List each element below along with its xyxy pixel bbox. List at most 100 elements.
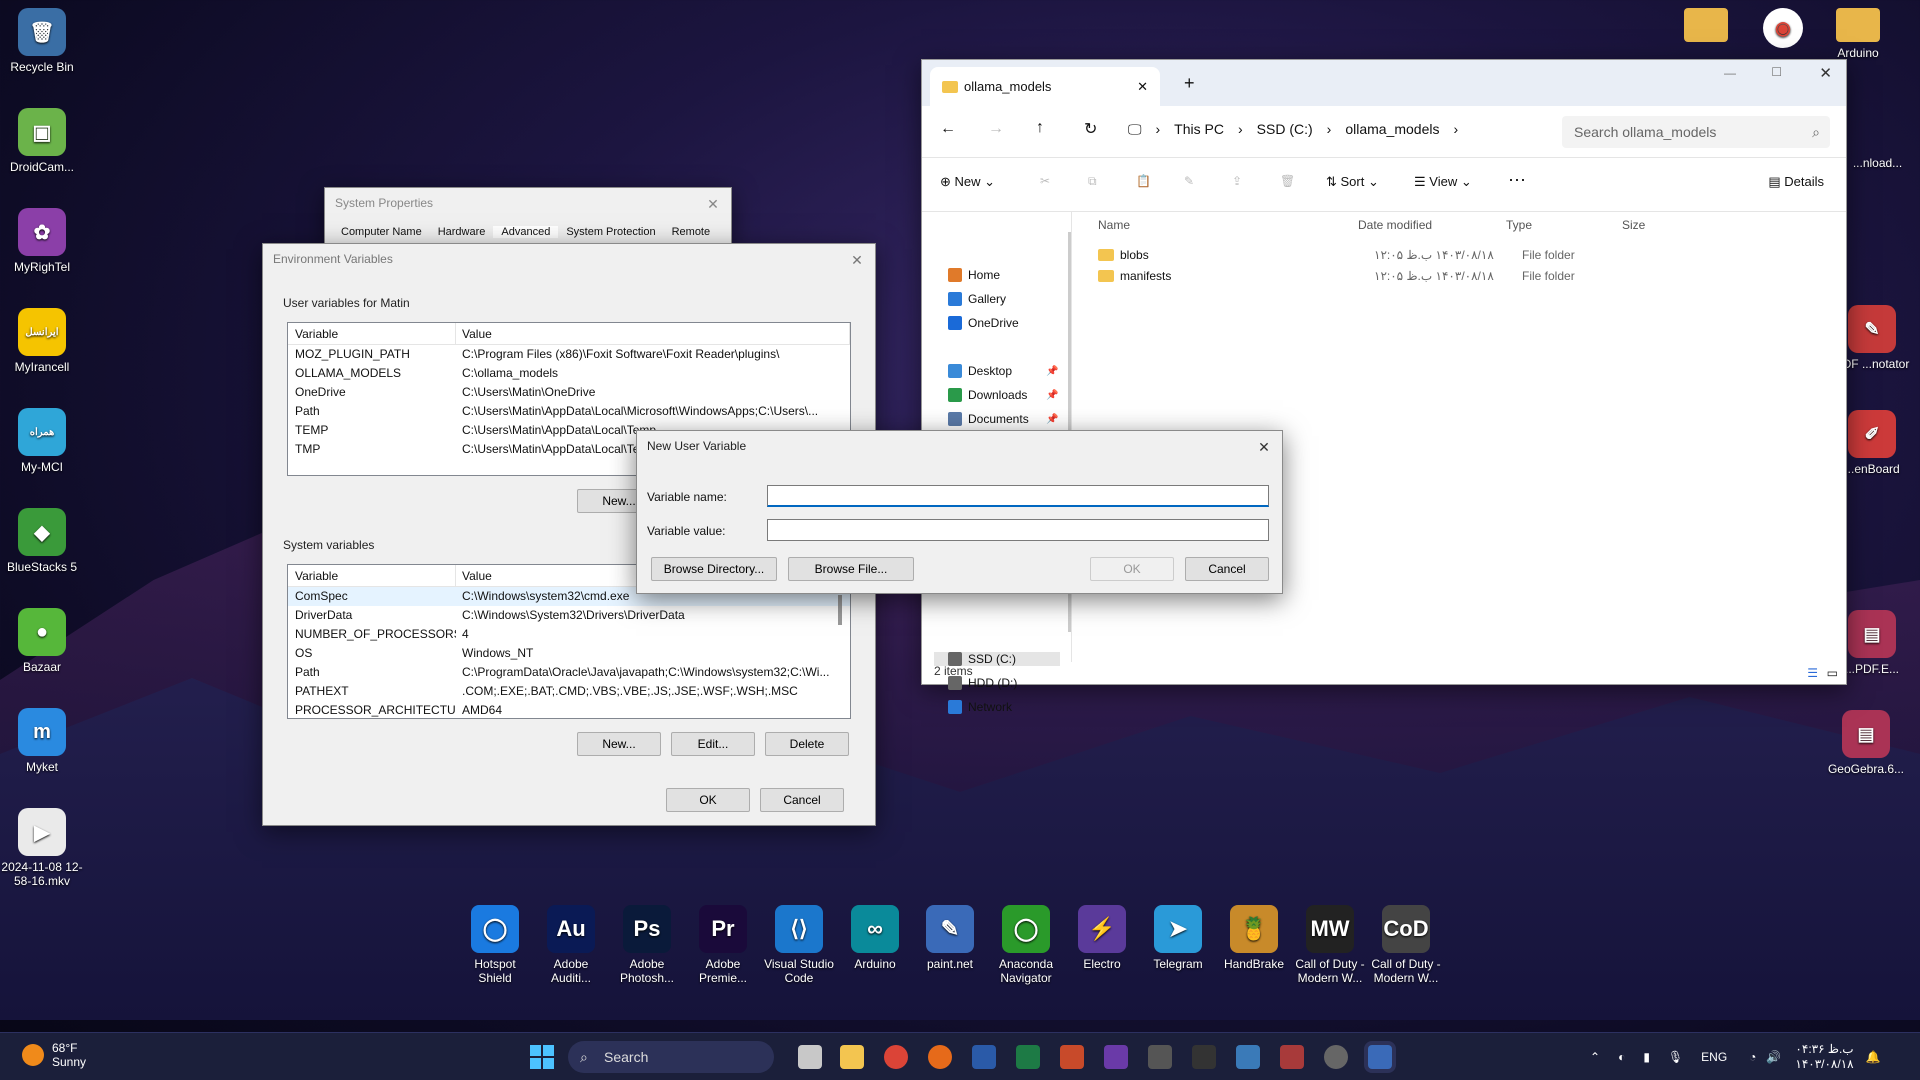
nav-item[interactable]: Desktop — [948, 364, 1012, 378]
breadcrumb-ollama-models[interactable]: ollama_models — [1345, 121, 1439, 138]
new-tab-icon[interactable]: + — [1184, 73, 1195, 94]
taskbar-search[interactable]: ⌕ Search — [568, 1041, 774, 1073]
nav-item[interactable]: Home — [948, 268, 1000, 282]
excel-icon[interactable] — [1016, 1045, 1040, 1069]
up-icon[interactable]: ↑ — [1036, 119, 1044, 137]
notification-bell-icon[interactable]: 🔔 — [1866, 1050, 1881, 1064]
desktop-app-shortcut[interactable]: ➤ Telegram — [1140, 905, 1216, 971]
table-row[interactable]: Path C:\ProgramData\Oracle\Java\javapath;… — [288, 663, 850, 682]
desktop-app-shortcut[interactable]: ✎ paint.net — [912, 905, 988, 971]
browse-directory-button[interactable]: Browse Directory... — [651, 557, 777, 581]
column-size[interactable]: Size — [1622, 218, 1645, 232]
desktop-app-shortcut[interactable]: CoD Call of Duty - Modern W... — [1368, 905, 1444, 985]
nav-item[interactable]: Network — [948, 700, 1012, 714]
ok-button[interactable]: OK — [1090, 557, 1174, 581]
chevron-up-icon[interactable]: ⌃ — [1590, 1050, 1600, 1064]
remote-desktop-icon[interactable] — [1236, 1045, 1260, 1069]
more-options-icon[interactable]: ⋯ — [1508, 170, 1526, 191]
nav-item[interactable]: Downloads — [948, 388, 1027, 402]
chrome-icon[interactable] — [884, 1045, 908, 1069]
breadcrumb[interactable]: 🖵 › This PC › SSD (C:) › ollama_models › — [1128, 121, 1458, 138]
refresh-icon[interactable]: ↻ — [1084, 119, 1097, 139]
variable-name-input[interactable] — [767, 485, 1269, 507]
forward-icon[interactable]: → — [988, 120, 1004, 138]
maximize-icon[interactable]: ☐ — [1771, 65, 1782, 79]
delete-icon[interactable]: 🗑 — [1280, 174, 1295, 188]
desktop-app-shortcut[interactable]: ⚡ Electro — [1064, 905, 1140, 971]
copy-icon[interactable]: ⧉ — [1088, 174, 1097, 189]
close-icon[interactable]: ✕ — [703, 194, 723, 214]
language-indicator[interactable]: ENG — [1701, 1050, 1727, 1064]
cancel-button[interactable]: Cancel — [1185, 557, 1269, 581]
desktop-app-shortcut[interactable]: ∞ Arduino — [837, 905, 913, 971]
table-row[interactable]: DriverData C:\Windows\System32\Drivers\Dr… — [288, 606, 850, 625]
tab-advanced[interactable]: Advanced — [493, 226, 559, 238]
share-icon[interactable]: ⇪ — [1232, 174, 1242, 188]
tab-system-protection[interactable]: System Protection — [558, 226, 663, 238]
close-icon[interactable]: ✕ — [847, 250, 867, 270]
column-name[interactable]: Name — [1098, 218, 1130, 232]
breadcrumb-ssd[interactable]: SSD (C:) — [1257, 121, 1313, 138]
weather-widget[interactable]: 68°F Sunny — [22, 1041, 86, 1069]
table-row[interactable]: OLLAMA_MODELS C:\ollama_models — [288, 364, 850, 383]
desktop-icon[interactable]: ▶ 2024-11-08 12-58-16.mkv — [0, 808, 84, 888]
cancel-button[interactable]: Cancel — [760, 788, 844, 812]
search-input[interactable]: Search ollama_models — [1574, 124, 1716, 140]
table-row[interactable]: Path C:\Users\Matin\AppData\Local\Microso… — [288, 402, 850, 421]
desktop-geogebra-icon[interactable]: ▤ GeoGebra.6... — [1814, 710, 1918, 776]
desktop-app-shortcut[interactable]: ⟨⟩ Visual Studio Code — [761, 905, 837, 985]
column-type[interactable]: Type — [1506, 218, 1532, 232]
rename-icon[interactable]: ✎ — [1184, 174, 1194, 188]
firefox-icon[interactable] — [928, 1045, 952, 1069]
column-variable[interactable]: Variable — [288, 323, 456, 344]
clock[interactable]: ۰۴:۳۶ ب.ظ ۱۴۰۳/۰۸/۱۸ — [1795, 1042, 1853, 1072]
details-button[interactable]: ▤ Details — [1768, 174, 1824, 190]
tab-remote[interactable]: Remote — [664, 226, 719, 238]
close-tab-icon[interactable]: ✕ — [1137, 79, 1148, 95]
desktop-app-shortcut[interactable]: Ps Adobe Photosh... — [609, 905, 685, 985]
control-panel-icon[interactable] — [1280, 1045, 1304, 1069]
search-icon[interactable]: ⌕ — [1812, 116, 1820, 148]
desktop-folder-icon[interactable] — [1668, 8, 1744, 46]
search-box[interactable]: Search ollama_models ⌕ — [1562, 116, 1830, 148]
table-row[interactable]: PATHEXT .COM;.EXE;.BAT;.CMD;.VBS;.VBE;.JS… — [288, 682, 850, 701]
network-status-icon[interactable]: ◐ — [1618, 1050, 1625, 1064]
system-new-button[interactable]: New... — [577, 732, 661, 756]
nav-item[interactable]: OneDrive — [948, 316, 1019, 330]
table-row[interactable]: MOZ_PLUGIN_PATH C:\Program Files (x86)\Fo… — [288, 345, 850, 364]
table-row[interactable]: NUMBER_OF_PROCESSORS 4 — [288, 625, 850, 644]
desktop-chrome-icon[interactable]: ◉ — [1745, 8, 1821, 52]
view-button[interactable]: ☰ View ⌄ — [1414, 174, 1472, 190]
nav-item[interactable]: Documents — [948, 412, 1029, 426]
file-explorer-icon[interactable] — [840, 1045, 864, 1069]
desktop-icon[interactable]: ایرانسل MyIrancell — [0, 308, 84, 374]
desktop-icon[interactable]: ▣ DroidCam... — [0, 108, 84, 174]
settings-icon[interactable] — [1324, 1045, 1348, 1069]
desktop-arduino-folder[interactable]: Arduino — [1820, 8, 1896, 60]
desktop-download-icon[interactable]: ...nload... — [1835, 110, 1920, 170]
task-view-icon[interactable] — [798, 1045, 822, 1069]
volume-icon[interactable]: 🔊 — [1766, 1050, 1781, 1064]
tab-hardware[interactable]: Hardware — [430, 226, 494, 238]
system-properties-taskbar-icon[interactable] — [1368, 1045, 1392, 1069]
microphone-icon[interactable]: 🎙 — [1668, 1050, 1683, 1064]
usb-icon[interactable]: ▮ — [1643, 1050, 1650, 1064]
scrollbar[interactable] — [838, 595, 842, 625]
desktop-icon[interactable]: همراه My-MCI — [0, 408, 84, 474]
desktop-icon[interactable]: m Myket — [0, 708, 84, 774]
breadcrumb-this-pc[interactable]: This PC — [1174, 121, 1224, 138]
nav-item[interactable]: Gallery — [948, 292, 1006, 306]
back-icon[interactable]: ← — [940, 120, 956, 138]
powerpoint-icon[interactable] — [1060, 1045, 1084, 1069]
wifi-icon[interactable]: ◔ — [1749, 1050, 1756, 1064]
system-delete-button[interactable]: Delete — [765, 732, 849, 756]
table-row[interactable]: PROCESSOR_ARCHITECTURE AMD64 — [288, 701, 850, 718]
system-edit-button[interactable]: Edit... — [671, 732, 755, 756]
word-icon[interactable] — [972, 1045, 996, 1069]
variable-value-input[interactable] — [767, 519, 1269, 541]
calculator-icon[interactable] — [1148, 1045, 1172, 1069]
table-row[interactable]: OS Windows_NT — [288, 644, 850, 663]
sort-button[interactable]: ⇅ Sort ⌄ — [1326, 174, 1379, 190]
desktop-icon[interactable]: ● Bazaar — [0, 608, 84, 674]
visual-studio-icon[interactable] — [1104, 1045, 1128, 1069]
